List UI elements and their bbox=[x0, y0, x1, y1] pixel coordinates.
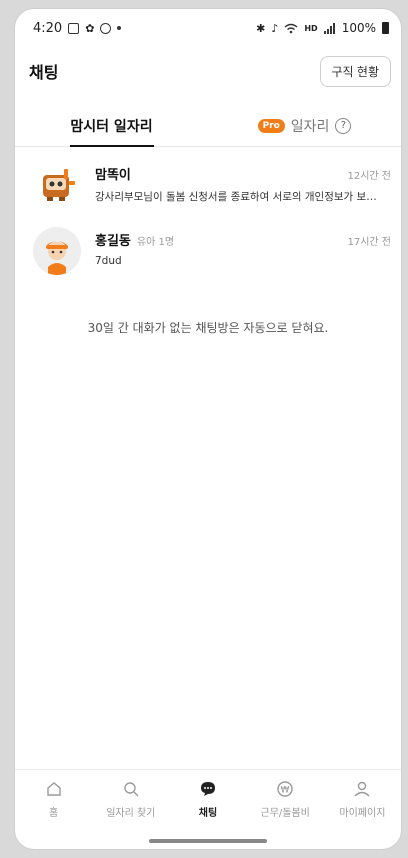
gallery-icon bbox=[68, 22, 80, 34]
battery-percent: 100% bbox=[341, 21, 376, 35]
chat-list-item[interactable]: 홍길동 유아 1명 17시간 전 7dud bbox=[15, 227, 401, 289]
nav-label: 채팅 bbox=[198, 808, 218, 819]
dot-icon bbox=[117, 26, 122, 30]
circle-icon bbox=[100, 22, 112, 34]
nav-work-pay[interactable]: ₩ 근무/돌봄비 bbox=[247, 770, 324, 829]
help-icon[interactable]: ? bbox=[335, 117, 352, 134]
chat-child-info: 유아 1명 bbox=[136, 237, 175, 248]
wifi-icon bbox=[284, 23, 298, 33]
nav-label: 근무/돌봄비 bbox=[260, 808, 310, 819]
chat-preview: 강사리부모님이 돌봄 신청서를 종료하여 서로의 개인정보가 보이지 않아요 bbox=[95, 191, 385, 203]
nav-find-jobs[interactable]: 일자리 찾기 bbox=[92, 770, 169, 829]
leaf-icon: ✿ bbox=[85, 21, 95, 35]
nav-label: 홈 bbox=[49, 808, 59, 819]
chat-time: 12시간 전 bbox=[347, 171, 391, 182]
chat-body: 맘똑이 12시간 전 강사리부모님이 돌봄 신청서를 종료하여 서로의 개인정보… bbox=[95, 161, 391, 204]
sitter-avatar-icon bbox=[33, 227, 81, 275]
tab-label: 일자리 bbox=[290, 118, 330, 135]
job-status-button[interactable]: 구직 현황 bbox=[319, 55, 391, 87]
person-icon bbox=[354, 781, 370, 797]
avatar bbox=[33, 161, 81, 209]
phone-screen: 4:20 ✿ ✱ ♪ HD 100% 채팅 구직 현황 맘시터 일자리 Pro … bbox=[14, 8, 402, 850]
won-icon: ₩ bbox=[277, 781, 293, 797]
app-header: 채팅 구직 현황 bbox=[15, 51, 401, 91]
chat-icon bbox=[201, 782, 215, 796]
status-time: 4:20 bbox=[33, 20, 63, 36]
robot-mascot-icon bbox=[43, 169, 75, 201]
signal-icon bbox=[323, 22, 335, 34]
chat-name: 홍길동 bbox=[95, 234, 131, 249]
home-indicator[interactable] bbox=[149, 839, 267, 843]
status-bar: 4:20 ✿ ✱ ♪ HD 100% bbox=[15, 9, 401, 47]
bottom-nav: 홈 일자리 찾기 채팅 ₩ 근무/돌봄비 마이페이지 bbox=[15, 769, 401, 829]
hd-icon: HD bbox=[304, 23, 318, 33]
chat-body: 홍길동 유아 1명 17시간 전 7dud bbox=[95, 227, 391, 267]
page-title: 채팅 bbox=[29, 63, 59, 82]
auto-close-notice: 30일 간 대화가 없는 채팅방은 자동으로 닫혀요. bbox=[87, 321, 329, 335]
chat-tabs: 맘시터 일자리 Pro 일자리 ? bbox=[15, 105, 401, 147]
nav-label: 마이페이지 bbox=[339, 808, 386, 819]
home-icon bbox=[46, 782, 61, 796]
nav-home[interactable]: 홈 bbox=[15, 770, 92, 829]
battery-icon bbox=[382, 22, 389, 34]
nav-chat[interactable]: 채팅 bbox=[169, 770, 246, 829]
mute-icon: ♪ bbox=[271, 21, 279, 35]
nav-label: 일자리 찾기 bbox=[106, 808, 156, 819]
search-icon bbox=[124, 782, 139, 797]
nav-my-page[interactable]: 마이페이지 bbox=[324, 770, 401, 829]
avatar bbox=[33, 227, 81, 275]
tab-pro-jobs[interactable]: Pro 일자리 ? bbox=[208, 105, 401, 146]
tab-label: 맘시터 일자리 bbox=[70, 118, 153, 135]
chat-preview: 7dud bbox=[95, 255, 122, 267]
chat-list-item[interactable]: 맘똑이 12시간 전 강사리부모님이 돌봄 신청서를 종료하여 서로의 개인정보… bbox=[15, 161, 401, 223]
tab-momsitter-jobs[interactable]: 맘시터 일자리 bbox=[15, 105, 208, 146]
svg-text:₩: ₩ bbox=[281, 786, 290, 796]
pro-badge: Pro bbox=[257, 118, 285, 133]
bluetooth-icon: ✱ bbox=[256, 21, 266, 35]
chat-time: 17시간 전 bbox=[347, 237, 391, 248]
chat-name: 맘똑이 bbox=[95, 168, 131, 183]
